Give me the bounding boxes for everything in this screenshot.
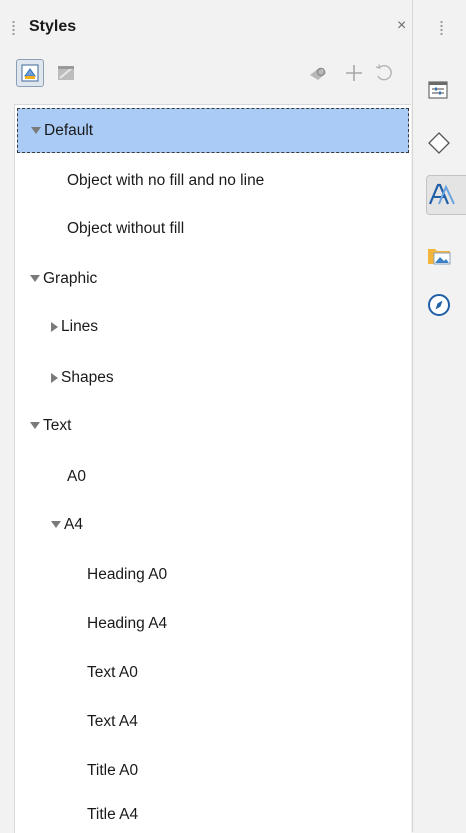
update-style-button[interactable] [370, 59, 398, 87]
tab-properties[interactable] [426, 70, 466, 110]
tree-item[interactable]: Title A0 [17, 748, 409, 793]
style-list-icon [21, 64, 39, 82]
tree-item-label: Shapes [61, 368, 114, 386]
deck-grip-icon[interactable] [440, 20, 443, 36]
update-style-icon [375, 64, 392, 81]
tree-item-default[interactable]: Default [17, 108, 409, 153]
tree-item-label: Text A0 [87, 663, 138, 681]
new-style-from-selection-icon [310, 67, 326, 80]
panel-title: Styles [29, 18, 77, 35]
tree-item-label: Text A4 [87, 712, 138, 730]
tree-item-label: Text [43, 416, 72, 434]
tree-item-label: A4 [64, 515, 83, 533]
tab-shapes[interactable] [426, 123, 466, 163]
tree-item-label: Title A0 [87, 761, 139, 779]
tree-item-a4[interactable]: A4 [17, 502, 409, 547]
tree-item[interactable]: Object with no fill and no line [17, 158, 409, 203]
tree-item-graphic[interactable]: Graphic [17, 256, 409, 301]
expand-arrow-icon[interactable] [30, 275, 40, 282]
tree-item[interactable]: A0 [17, 454, 409, 499]
tree-item[interactable]: Text A0 [17, 650, 409, 695]
collapse-arrow-icon[interactable] [51, 321, 58, 332]
styles-tree[interactable]: Default Object with no fill and no line … [14, 104, 411, 833]
tree-item-shapes[interactable]: Shapes [17, 355, 409, 400]
drag-grip-icon[interactable] [12, 20, 15, 36]
tree-item[interactable]: Text A4 [17, 699, 409, 744]
navigator-icon [428, 294, 450, 316]
tab-styles[interactable] [426, 175, 466, 215]
properties-icon [428, 81, 448, 99]
tree-item-label: Object without fill [67, 219, 185, 237]
expand-arrow-icon[interactable] [51, 521, 61, 528]
new-style-from-selection-button[interactable] [304, 59, 332, 87]
panel-titlebar: Styles × [0, 0, 412, 52]
tab-gallery[interactable] [426, 235, 466, 275]
tab-navigator[interactable] [426, 285, 466, 325]
collapse-arrow-icon[interactable] [51, 372, 58, 383]
styles-toolbar [0, 52, 412, 98]
new-style-button[interactable] [340, 59, 368, 87]
sidebar-tab-bar [413, 0, 466, 832]
tree-item-label: Object with no fill and no line [67, 171, 265, 189]
expand-arrow-icon[interactable] [31, 127, 41, 134]
styles-panel: Styles × Default Object with no fill and… [0, 0, 413, 833]
tree-item-label: Heading A0 [87, 565, 168, 583]
styles-icon [428, 183, 455, 205]
new-style-icon [346, 65, 362, 81]
tree-item[interactable]: Object without fill [17, 206, 409, 251]
shapes-icon [428, 132, 450, 154]
fill-format-icon [58, 66, 74, 80]
close-button[interactable]: × [397, 18, 406, 34]
tree-item-text[interactable]: Text [17, 403, 409, 448]
fill-format-button[interactable] [52, 59, 80, 87]
tree-item-label: A0 [67, 467, 86, 485]
expand-arrow-icon[interactable] [30, 422, 40, 429]
tree-item-label: Lines [61, 317, 99, 335]
tree-item-label: Graphic [43, 269, 98, 287]
tree-item[interactable]: Title A4 [17, 797, 409, 833]
tree-item[interactable]: Heading A0 [17, 552, 409, 597]
tree-item-label: Title A4 [87, 806, 139, 823]
tree-item-lines[interactable]: Lines [17, 304, 409, 349]
tree-item-label: Heading A4 [87, 614, 168, 632]
gallery-icon [428, 249, 451, 265]
tree-item-label: Default [44, 121, 94, 139]
style-list-button[interactable] [16, 59, 44, 87]
tree-item[interactable]: Heading A4 [17, 601, 409, 646]
